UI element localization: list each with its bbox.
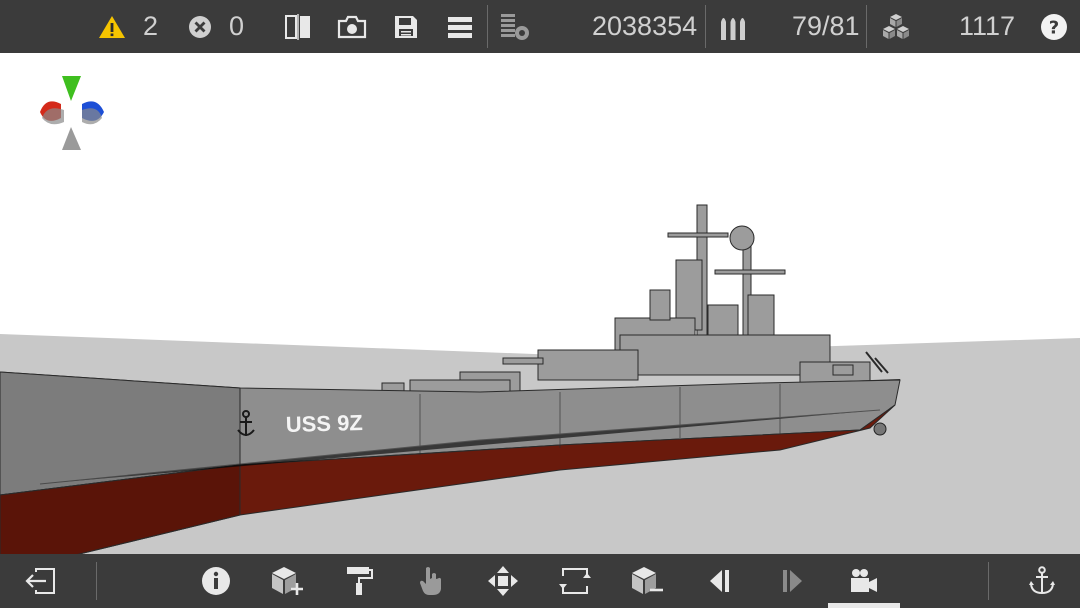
mass-value-container: 2038354 [592,0,697,53]
warning-icon [98,14,126,40]
anchor-button[interactable] [1012,554,1072,608]
select-button[interactable] [401,554,461,608]
parts-icon [880,12,912,42]
info-button[interactable] [186,554,246,608]
undo-icon [708,568,732,594]
remove-block-button[interactable] [617,554,677,608]
mass-icon [499,12,531,42]
toolbar-divider [866,5,867,48]
ammo-value: 79/81 [792,11,860,41]
ship-viewport[interactable]: USS 9Z [0,53,1080,554]
info-icon [201,566,231,596]
exit-button[interactable] [10,554,70,608]
parts-value: 1117 [959,11,1016,41]
bottom-toolbar [0,554,1080,608]
help-button[interactable]: ? [1040,0,1068,53]
ammo-icon [718,12,748,42]
svg-text:?: ? [1049,17,1059,38]
warnings-count: 2 [143,11,159,41]
help-icon: ? [1040,13,1068,41]
toolbar-divider [96,562,97,600]
camera-mode-button[interactable] [834,554,894,608]
move-button[interactable] [473,554,533,608]
mass-indicator [499,0,531,53]
redo-button[interactable] [762,554,822,608]
remove-block-icon [630,565,664,597]
orientation-gizmo[interactable] [40,76,104,150]
active-tool-indicator [828,603,900,608]
ammo-indicator [718,0,748,53]
hand-pointer-icon [417,565,445,597]
anchor-icon [1028,566,1056,596]
mirror-button[interactable] [284,0,312,53]
parts-indicator [880,0,912,53]
undo-button[interactable] [690,554,750,608]
toolbar-divider [487,5,488,48]
save-icon [393,14,419,40]
camera-mode-icon [849,567,879,595]
paint-roller-icon [344,565,374,597]
screenshot-button[interactable] [337,0,367,53]
warnings-indicator[interactable]: 2 [98,0,158,53]
hull-label: USS 9Z [285,410,363,437]
rotate-icon [559,566,591,596]
errors-indicator[interactable]: 0 [188,0,244,53]
menu-icon [447,15,473,39]
mass-value: 2038354 [592,11,698,41]
camera-icon [337,14,367,40]
ammo-value-container: 79/81 [792,0,860,53]
parts-value-container: 1117 [959,0,1015,53]
toolbar-divider [705,5,706,48]
rotate-button[interactable] [545,554,605,608]
exit-icon [24,568,56,594]
add-block-button[interactable] [257,554,317,608]
error-icon [188,15,212,39]
errors-count: 0 [229,11,245,41]
paint-button[interactable] [329,554,389,608]
mirror-icon [284,13,312,41]
redo-icon [780,568,804,594]
toolbar-divider [988,562,989,600]
add-block-icon [270,565,304,597]
top-toolbar: 2 0 2038354 79/81 1117 ? [0,0,1080,53]
menu-button[interactable] [447,0,473,53]
move-icon [487,565,519,597]
save-button[interactable] [393,0,419,53]
